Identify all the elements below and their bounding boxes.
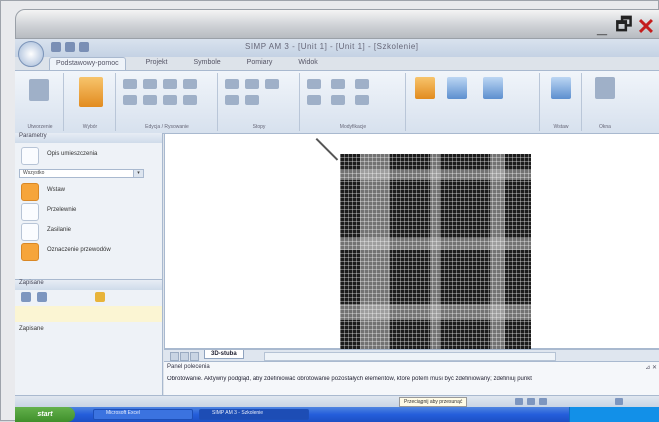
view-icon[interactable]: [21, 292, 31, 302]
text-icon[interactable]: [183, 95, 197, 105]
tab-projekt[interactable]: Projekt: [140, 57, 174, 71]
panel-item-opis[interactable]: Opis umieszczenia: [19, 147, 159, 165]
sheet-nav-last-icon[interactable]: [190, 352, 199, 361]
select-icon[interactable]: [79, 77, 103, 107]
taskbar-item-excel[interactable]: Microsoft Excel: [93, 409, 193, 420]
rect-icon[interactable]: [143, 95, 157, 105]
ribbon-group-wybor: Wybór: [65, 73, 116, 131]
reference-icon[interactable]: [447, 77, 467, 99]
ribbon: Utworzenie Wybór Edycja / Rysowanie Stop…: [15, 70, 659, 134]
mirror-icon[interactable]: [183, 79, 197, 89]
ribbon-group-modyfikacje: Modyfikacje: [301, 73, 406, 131]
cross-icon[interactable]: [245, 79, 259, 89]
layer-icon: [21, 147, 39, 165]
window-controls: _ 🗗 ✕: [593, 14, 655, 39]
rotate-icon[interactable]: [163, 79, 177, 89]
saved-panel: Zapisane Zapisane: [15, 279, 162, 396]
move-icon[interactable]: [143, 79, 157, 89]
panel-item-zasilanie[interactable]: Zasilanie: [19, 223, 159, 241]
panel-header: Parametry: [15, 133, 162, 143]
taskbar-item-simp[interactable]: SIMP AM 3 - Szkolenie: [199, 409, 309, 420]
point-icon[interactable]: [225, 79, 239, 89]
command-prompt-text: Obrotowanie. Aktywny podgląd, aby zdefin…: [167, 376, 532, 382]
tab-widok[interactable]: Widok: [292, 57, 323, 71]
extend-icon[interactable]: [331, 79, 345, 89]
leader-line: [315, 138, 339, 161]
sheet-nav-next-icon[interactable]: [180, 352, 189, 361]
tab-symbole[interactable]: Symbole: [187, 57, 226, 71]
angle-icon[interactable]: [265, 79, 279, 89]
title-bar: _ 🗗 ✕: [15, 9, 659, 39]
line-icon[interactable]: [123, 95, 137, 105]
horizontal-scrollbar[interactable]: [264, 352, 556, 361]
ribbon-group-stopy: Stopy: [219, 73, 300, 131]
ortho-icon[interactable]: [527, 398, 535, 405]
minimize-button[interactable]: _: [593, 17, 611, 37]
app-content: SIMP AM 3 - [Unit 1] - [Unit 1] - [Szkol…: [15, 39, 659, 422]
panel-item-przelewnie[interactable]: Przelewnie: [19, 203, 159, 221]
close-button[interactable]: ✕: [637, 14, 655, 39]
system-tray: [569, 407, 659, 422]
insert-icon: [21, 183, 39, 201]
snap-icon[interactable]: [515, 398, 523, 405]
chamfer-icon[interactable]: [331, 95, 345, 105]
wire-icon: [21, 243, 39, 261]
saved-panel-header: Zapisane: [15, 280, 162, 290]
fillet-icon[interactable]: [307, 95, 321, 105]
redo-icon[interactable]: [79, 42, 89, 52]
paint-icon[interactable]: [415, 77, 435, 99]
flow-icon: [21, 203, 39, 221]
saved-item[interactable]: Zapisane: [19, 326, 44, 332]
array-icon[interactable]: [355, 95, 369, 105]
save-icon[interactable]: [51, 42, 61, 52]
ribbon-group-tools: [407, 73, 540, 131]
filter-icon[interactable]: [37, 292, 47, 302]
insert-symbol-icon[interactable]: [551, 77, 571, 99]
application-menu-button[interactable]: [18, 41, 44, 67]
trim-icon[interactable]: [307, 79, 321, 89]
ribbon-group-okna: Okna: [583, 73, 627, 131]
quick-access-toolbar: SIMP AM 3 - [Unit 1] - [Unit 1] - [Szkol…: [15, 39, 659, 57]
properties-icon[interactable]: [483, 77, 503, 99]
sheet-nav-prev-icon[interactable]: [170, 352, 179, 361]
copy-icon[interactable]: [123, 79, 137, 89]
ribbon-group-edycja: Edycja / Rysowanie: [117, 73, 218, 131]
window-icon[interactable]: [595, 77, 615, 99]
saved-highlight[interactable]: [15, 306, 162, 322]
command-panel-title: Panel polecenia: [167, 364, 210, 370]
plaid-pattern: [340, 154, 531, 350]
tab-pomiary[interactable]: Pomiary: [241, 57, 279, 71]
circle-icon[interactable]: [163, 95, 177, 105]
pin-icon[interactable]: [95, 292, 105, 302]
left-panel: Parametry Opis umieszczenia Wszystko ▾ W…: [15, 133, 163, 396]
grid-toggle-icon[interactable]: [539, 398, 547, 405]
ribbon-tabs: Podstawowy-pomoc Projekt Symbole Pomiary…: [49, 57, 324, 71]
panel-item-wstaw[interactable]: Wstaw: [19, 183, 159, 201]
drawing-canvas[interactable]: [164, 133, 659, 350]
undo-icon[interactable]: [65, 42, 75, 52]
taskbar: start Microsoft Excel SIMP AM 3 - Szkole…: [15, 407, 659, 422]
chevron-down-icon[interactable]: ▾: [133, 170, 143, 177]
start-button[interactable]: start: [15, 407, 75, 422]
document-title: SIMP AM 3 - [Unit 1] - [Unit 1] - [Szkol…: [245, 42, 419, 51]
app-window: _ 🗗 ✕ SIMP AM 3 - [Unit 1] - [Unit 1] - …: [0, 0, 659, 422]
panel-item-oznaczenie[interactable]: Oznaczenie przewodów: [19, 243, 159, 261]
tab-podstawowy[interactable]: Podstawowy-pomoc: [49, 57, 126, 71]
grid-icon[interactable]: [245, 95, 259, 105]
zoom-icon[interactable]: [615, 398, 623, 405]
offset-icon[interactable]: [355, 79, 369, 89]
ribbon-group-utworzenie: Utworzenie: [17, 73, 64, 131]
arc-icon[interactable]: [225, 95, 239, 105]
command-panel: Panel polecenia ⊿ ✕ Obrotowanie. Aktywny…: [164, 361, 659, 396]
restore-button[interactable]: 🗗: [615, 14, 633, 36]
new-icon[interactable]: [29, 79, 49, 101]
filter-select[interactable]: Wszystko ▾: [19, 169, 144, 178]
ribbon-group-wstaw: Wstaw: [541, 73, 582, 131]
status-tooltip: Przeciągnij aby przesunąć: [399, 397, 468, 407]
command-panel-controls[interactable]: ⊿ ✕: [645, 364, 657, 371]
power-icon: [21, 223, 39, 241]
sheet-tab-3d[interactable]: 3D-stuba: [204, 350, 244, 359]
